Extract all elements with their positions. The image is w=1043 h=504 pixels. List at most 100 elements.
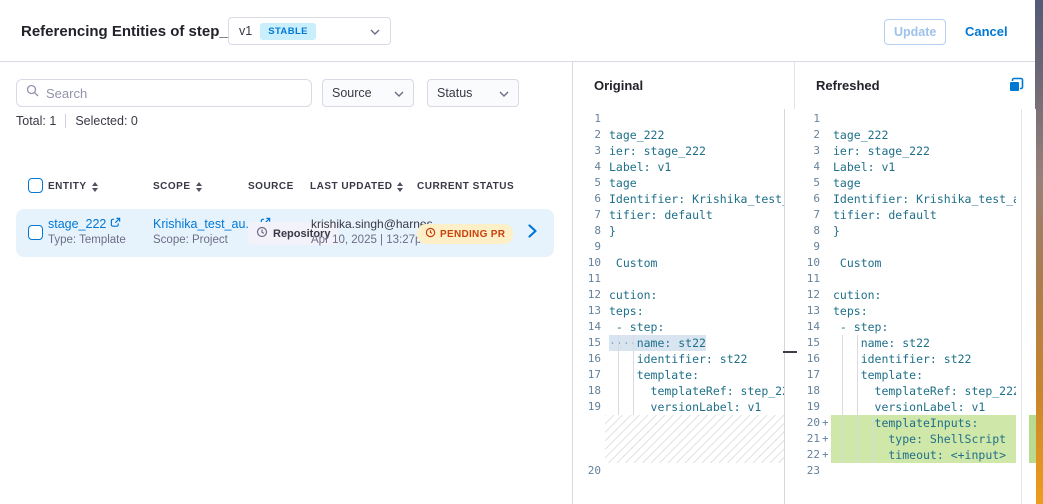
code-line: 4Label: v1	[573, 159, 784, 175]
refreshed-pane-title: Refreshed	[816, 78, 880, 93]
status-filter[interactable]: Status	[427, 79, 519, 107]
code-line: 23	[785, 463, 1036, 479]
line-number: 16	[785, 351, 822, 367]
code-text: cution:	[603, 287, 784, 303]
added-line-marker	[822, 143, 831, 159]
version-label: v1	[239, 24, 252, 38]
line-number: 18	[785, 383, 822, 399]
code-line: 17 template:	[785, 367, 1036, 383]
code-text: versionLabel: v1	[603, 399, 784, 415]
added-line-marker	[822, 111, 831, 127]
entity-link[interactable]: stage_222	[48, 217, 126, 231]
overview-ruler-added-mark	[1029, 415, 1036, 463]
update-button[interactable]: Update	[884, 19, 946, 45]
added-line-marker	[822, 175, 831, 191]
added-line-marker	[822, 191, 831, 207]
line-number: 9	[785, 239, 822, 255]
code-text: Label: v1	[831, 159, 1016, 175]
code-line: 9	[573, 239, 784, 255]
diff-sash-handle[interactable]	[783, 351, 797, 353]
column-source: SOURCE	[248, 181, 294, 192]
code-line: 16 identifier: st22	[785, 351, 1036, 367]
refreshed-code-editor[interactable]: 12tage_2223ier: stage_2224Label: v15tage…	[784, 109, 1036, 504]
code-line: 5tage	[785, 175, 1036, 191]
indent-guide	[618, 335, 619, 415]
code-text: teps:	[603, 303, 784, 319]
added-line-marker	[822, 271, 831, 287]
chevron-down-icon	[499, 84, 509, 102]
code-text	[831, 271, 1016, 287]
code-text: tage	[603, 175, 784, 191]
code-line: 11	[573, 271, 784, 287]
divider	[65, 114, 66, 128]
entity-cell: stage_222 Type: Template	[48, 217, 126, 246]
line-number: 1	[573, 111, 603, 127]
line-number: 15	[785, 335, 822, 351]
code-text: Label: v1	[603, 159, 784, 175]
referencing-entities-drawer: Referencing Entities of step_222 v1 STAB…	[0, 0, 1043, 504]
code-line: 16 identifier: st22	[573, 351, 784, 367]
added-line-marker: +	[822, 431, 831, 447]
sort-icon[interactable]	[92, 182, 98, 192]
line-number: 10	[573, 255, 603, 271]
line-number: 8	[573, 223, 603, 239]
clock-icon	[425, 227, 436, 241]
column-scope: SCOPE	[153, 181, 202, 192]
code-text: Identifier: Krishika_test_aut	[603, 191, 784, 207]
column-last-updated: LAST UPDATED	[310, 181, 403, 192]
code-text: identifier: st22	[603, 351, 784, 367]
copy-icon[interactable]	[1008, 77, 1024, 98]
added-line-marker	[822, 287, 831, 303]
sort-icon[interactable]	[196, 182, 202, 192]
source-filter[interactable]: Source	[322, 79, 414, 107]
diff-panel: Original Refreshed 12tage_2223ier: stage…	[572, 62, 1035, 504]
search-box	[16, 79, 312, 107]
code-line: 2tage_222	[785, 127, 1036, 143]
code-line: 11	[785, 271, 1036, 287]
row-checkbox[interactable]	[28, 225, 43, 240]
line-number: 2	[573, 127, 603, 143]
code-text	[603, 111, 784, 127]
selected-text: ····name: st22	[609, 335, 706, 351]
line-number: 7	[785, 207, 822, 223]
line-number: 21	[785, 431, 822, 447]
line-number: 9	[573, 239, 603, 255]
indent-guide	[857, 335, 858, 463]
cancel-button[interactable]: Cancel	[965, 19, 1008, 45]
version-select[interactable]: v1 STABLE	[228, 17, 391, 45]
added-line-marker	[822, 127, 831, 143]
code-text	[831, 463, 1016, 479]
chevron-down-icon	[394, 84, 404, 102]
code-text	[831, 111, 1016, 127]
added-line-marker	[822, 319, 831, 335]
code-line: 14 - step:	[573, 319, 784, 335]
select-all-checkbox[interactable]	[28, 178, 43, 193]
code-text: tage	[831, 175, 1016, 191]
stable-badge: STABLE	[260, 23, 316, 40]
code-line: 20	[573, 463, 784, 479]
original-code-editor[interactable]: 12tage_2223ier: stage_2224Label: v15tage…	[573, 109, 784, 504]
line-number: 12	[573, 287, 603, 303]
added-line-marker	[822, 335, 831, 351]
code-line: 3ier: stage_222	[785, 143, 1036, 159]
chevron-right-icon[interactable]	[528, 224, 537, 243]
indent-guide	[633, 335, 634, 415]
line-number: 22	[785, 447, 822, 463]
table-row[interactable]: stage_222 Type: Template Krishika_test_a…	[16, 209, 554, 257]
line-number: 14	[573, 319, 603, 335]
code-text: templateRef: step_222	[831, 383, 1016, 399]
line-number: 15	[573, 335, 603, 351]
code-text: ier: stage_222	[603, 143, 784, 159]
line-number: 11	[785, 271, 822, 287]
line-number: 4	[785, 159, 822, 175]
line-number: 14	[785, 319, 822, 335]
search-input[interactable]	[46, 86, 302, 101]
line-number: 19	[785, 399, 822, 415]
code-text: ier: stage_222	[831, 143, 1016, 159]
code-text: templateInputs:	[831, 415, 1016, 431]
code-text: }	[831, 223, 1016, 239]
code-line: 6Identifier: Krishika_test_aut	[573, 191, 784, 207]
code-text	[603, 239, 784, 255]
sort-icon[interactable]	[397, 182, 403, 192]
line-number: 11	[573, 271, 603, 287]
